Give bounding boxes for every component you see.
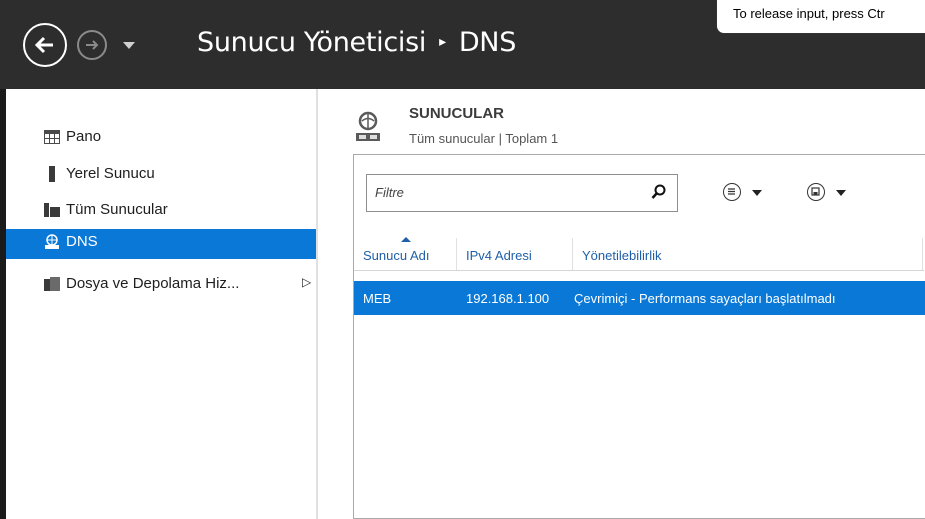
cell-server-name: MEB bbox=[363, 291, 392, 306]
sidebar-item-dns[interactable]: DNS bbox=[6, 229, 316, 259]
list-options-button[interactable] bbox=[723, 183, 741, 201]
column-divider[interactable] bbox=[456, 238, 457, 270]
table-row[interactable]: MEB 192.168.1.100 Çevrimiçi - Performans… bbox=[354, 281, 925, 315]
column-header-ipv4[interactable]: IPv4 Adresi bbox=[466, 248, 532, 263]
server-icon bbox=[49, 166, 55, 182]
column-header-sunucu-adi[interactable]: Sunucu Adı bbox=[363, 248, 430, 263]
breadcrumb: Sunucu Yöneticisi ▸ DNS bbox=[197, 27, 516, 58]
breadcrumb-app-title[interactable]: Sunucu Yöneticisi bbox=[197, 27, 426, 58]
tooltip-text: To release input, press Ctr bbox=[733, 6, 885, 21]
history-dropdown-icon[interactable] bbox=[123, 42, 135, 49]
arrow-right-icon bbox=[86, 40, 99, 50]
sidebar-item-tum-sunucular[interactable]: Tüm Sunucular bbox=[6, 197, 316, 224]
list-options-dropdown-icon[interactable] bbox=[752, 190, 762, 196]
search-icon[interactable] bbox=[651, 184, 667, 200]
forward-button[interactable] bbox=[77, 30, 107, 60]
save-icon bbox=[811, 187, 820, 196]
expand-arrow-icon[interactable]: ▷ bbox=[302, 275, 311, 289]
back-button[interactable] bbox=[23, 23, 67, 67]
filter-input[interactable] bbox=[373, 184, 637, 201]
sidebar-item-label: Dosya ve Depolama Hiz... bbox=[66, 275, 240, 292]
save-options-dropdown-icon[interactable] bbox=[836, 190, 846, 196]
column-header-yonetilebilirlik[interactable]: Yönetilebilirlik bbox=[582, 248, 661, 263]
filter-box bbox=[366, 174, 678, 212]
cell-manageability: Çevrimiçi - Performans sayaçları başlatı… bbox=[574, 291, 836, 306]
sidebar bbox=[6, 89, 316, 519]
tile-subtitle: Tüm sunucular | Toplam 1 bbox=[409, 131, 559, 146]
sidebar-item-label: Yerel Sunucu bbox=[66, 165, 155, 182]
breadcrumb-separator-icon: ▸ bbox=[439, 34, 446, 50]
sidebar-item-dosya-depolama[interactable]: Dosya ve Depolama Hiz... ▷ bbox=[6, 271, 316, 298]
column-divider[interactable] bbox=[572, 238, 573, 270]
release-input-tooltip: To release input, press Ctr bbox=[716, 0, 925, 34]
servers-icon bbox=[44, 203, 60, 217]
arrow-left-icon bbox=[34, 36, 53, 54]
sidebar-item-label: DNS bbox=[66, 233, 98, 250]
sidebar-item-yerel-sunucu[interactable]: Yerel Sunucu bbox=[6, 161, 316, 188]
file-storage-icon bbox=[44, 277, 60, 291]
column-divider[interactable] bbox=[922, 238, 923, 270]
sidebar-item-label: Pano bbox=[66, 128, 102, 145]
save-options-button[interactable] bbox=[807, 183, 825, 201]
breadcrumb-current: DNS bbox=[458, 27, 517, 58]
list-icon bbox=[728, 188, 735, 195]
sidebar-item-label: Tüm Sunucular bbox=[66, 201, 168, 218]
servers-tile-icon bbox=[356, 111, 380, 141]
tile-title: SUNUCULAR bbox=[409, 105, 504, 122]
dns-icon bbox=[45, 234, 59, 249]
dashboard-icon bbox=[44, 130, 60, 144]
cell-ipv4: 192.168.1.100 bbox=[466, 291, 550, 306]
sidebar-item-pano[interactable]: Pano bbox=[6, 124, 316, 151]
grid-header: Sunucu Adı IPv4 Adresi Yönetilebilirlik bbox=[354, 238, 924, 271]
